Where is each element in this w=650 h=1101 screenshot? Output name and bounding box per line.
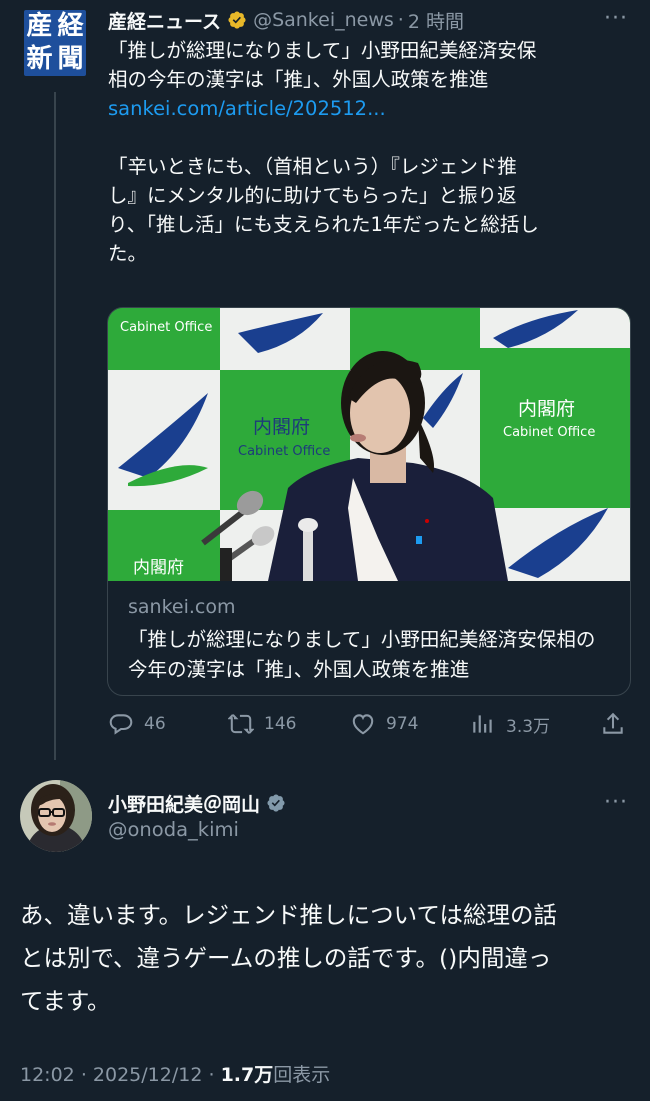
card-title: 「推しが総理になりまして」小野田紀美経済安保相の今年の漢字は「推」、外国人政策を…	[128, 628, 596, 681]
separator-dot: ·	[208, 1064, 215, 1086]
repost-icon	[228, 714, 254, 734]
verified-gray-badge-icon	[267, 794, 285, 812]
post-meta: 12:02 · 2025/12/12 · 1.7万回表示	[20, 1060, 330, 1087]
view-label: 回表示	[273, 1064, 331, 1086]
card-image-text-en: Cabinet Office	[238, 444, 330, 459]
verified-gold-badge-icon	[228, 11, 246, 29]
onoda-avatar[interactable]	[20, 780, 92, 852]
more-options-icon[interactable]: ···	[604, 6, 628, 31]
card-domain: sankei.com	[128, 596, 236, 618]
card-image-text-jp: 内閣府	[518, 398, 575, 420]
like-button[interactable]: 974	[350, 706, 418, 742]
separator-dot: ·	[80, 1064, 87, 1086]
post-date[interactable]: 2025/12/12	[93, 1064, 203, 1086]
tweet-text-line: 相の今年の漢字は「推」、外国人政策を推進	[108, 68, 489, 91]
separator-dot: ·	[397, 9, 404, 31]
share-button[interactable]	[600, 706, 636, 742]
share-icon	[603, 712, 623, 734]
view-count: 1.7万	[220, 1064, 274, 1086]
tweet-action-bar: 46 146 974 3.3万	[108, 706, 628, 742]
reply-text: あ、違います。レジェンド推しについては総理の話 とは別で、違うゲームの推しの話で…	[20, 901, 557, 1015]
post-time[interactable]: 12:02	[20, 1064, 75, 1086]
more-options-icon[interactable]: ···	[604, 790, 628, 815]
card-image: 内閣府 Cabinet Office 内閣府 Cabinet Office Ca…	[108, 308, 630, 581]
views-button[interactable]: 3.3万	[470, 706, 550, 742]
avatar-char: 聞	[57, 44, 84, 74]
reply-icon	[109, 714, 133, 735]
views-count: 3.3万	[506, 716, 551, 737]
avatar-image	[20, 780, 92, 852]
author-name[interactable]: 産経ニュース	[108, 7, 221, 34]
tweet-header: 産経ニュース @Sankei_news · 2 時間	[108, 6, 464, 34]
card-image-text-jp: 内閣府	[133, 558, 184, 578]
sankei-avatar[interactable]: 経 産 聞 新	[24, 10, 86, 76]
reply-author-handle[interactable]: @onoda_kimi	[108, 818, 239, 841]
reply-author-name[interactable]: 小野田紀美＠岡山	[108, 790, 260, 817]
heart-icon	[352, 714, 374, 735]
reply-author-header: 小野田紀美＠岡山	[108, 788, 292, 818]
thread-connector-line	[54, 92, 56, 760]
repost-button[interactable]: 146	[228, 706, 296, 742]
card-image-text-en: Cabinet Office	[503, 425, 595, 440]
views-chart-icon	[473, 715, 492, 733]
avatar-char: 新	[26, 44, 53, 74]
reply-button[interactable]: 46	[108, 706, 166, 742]
card-image-text-jp: 内閣府	[253, 416, 310, 438]
repost-count: 146	[264, 714, 297, 734]
card-image-text-en: Cabinet Office	[120, 320, 212, 335]
like-count: 974	[386, 714, 419, 734]
article-link[interactable]: sankei.com/article/202512...	[108, 94, 628, 123]
author-handle[interactable]: @Sankei_news	[253, 9, 394, 31]
tweet-text: 「推しが総理になりまして」小野田紀美経済安保 相の今年の漢字は「推」、外国人政策を…	[108, 36, 628, 268]
avatar-char: 経	[57, 11, 84, 41]
tweet-body-text: 「辛いときにも、（首相という）『レジェンド推 し』にメンタル的に助けてもらった」…	[108, 155, 539, 265]
reply-count: 46	[144, 714, 166, 734]
post-time[interactable]: 2 時間	[408, 7, 464, 34]
avatar-char: 産	[26, 11, 53, 41]
link-card[interactable]: 内閣府 Cabinet Office 内閣府 Cabinet Office Ca…	[107, 307, 631, 696]
tweet-text-line: 「推しが総理になりまして」小野田紀美経済安保	[108, 39, 537, 62]
